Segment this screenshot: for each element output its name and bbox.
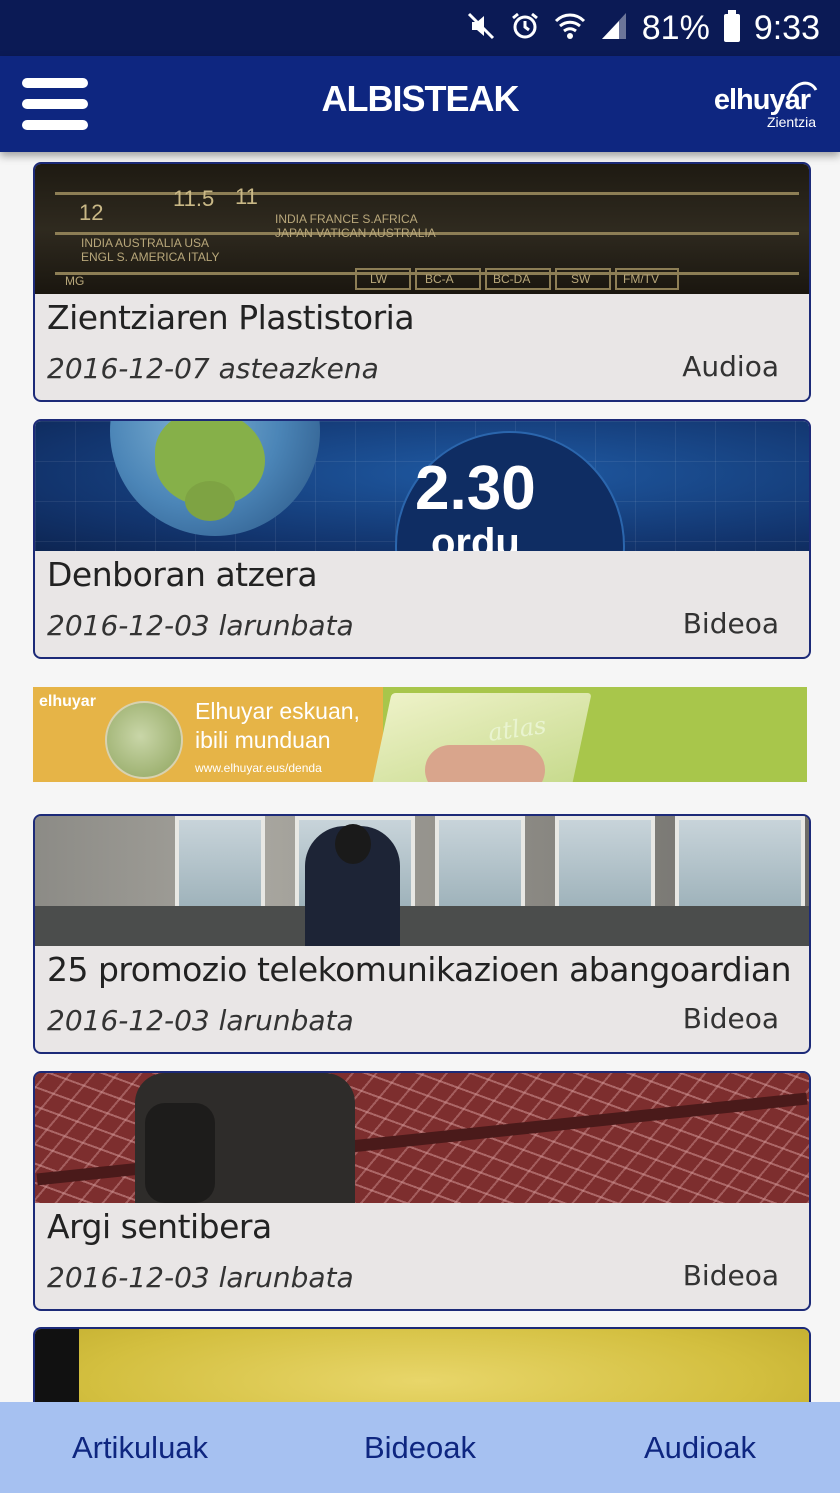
ad-brand: elhuyar xyxy=(39,693,96,710)
radio-scale-number: 11 xyxy=(235,184,258,209)
news-feed[interactable]: 12 11.5 11 INDIA AUSTRALIA USA ENGL S. A… xyxy=(0,152,840,1402)
tab-audioak[interactable]: Audioak xyxy=(560,1430,840,1466)
card-title: Denboran atzera xyxy=(47,555,318,594)
news-card[interactable]: Argi sentibera 2016-12-03 larunbata Bide… xyxy=(33,1071,811,1311)
card-thumbnail xyxy=(35,816,809,946)
card-date: 2016-12-03 larunbata xyxy=(47,1004,354,1037)
battery-icon xyxy=(723,10,740,42)
news-card[interactable]: 2.30 ordu Denboran atzera 2016-12-03 lar… xyxy=(33,419,811,659)
radio-scale-number: 12 xyxy=(79,200,104,225)
tab-artikuluak[interactable]: Artikuluak xyxy=(0,1430,280,1466)
logo-subtitle: Zientzia xyxy=(766,114,816,130)
status-bar: 81% 9:33 xyxy=(0,0,840,56)
thumbnail-unit: ordu xyxy=(431,521,520,551)
card-title: 25 promozio telekomunikazioen abangoardi… xyxy=(47,950,792,989)
card-title: Argi sentibera xyxy=(47,1207,272,1246)
radio-scale-number: 11.5 xyxy=(173,186,215,211)
ad-banner[interactable]: elhuyar Elhuyar eskuan, ibili munduan ww… xyxy=(33,687,807,782)
card-type: Bideoa xyxy=(682,607,779,640)
radio-band-label: SW xyxy=(571,272,591,286)
radio-band-label: LW xyxy=(370,272,388,286)
globe-icon xyxy=(105,701,183,779)
radio-band-label: MG xyxy=(65,274,85,288)
ad-slogan-line: ibili munduan xyxy=(195,727,331,753)
wifi-icon xyxy=(554,11,586,46)
ad-slogan-line: Elhuyar eskuan, xyxy=(195,698,360,724)
news-card[interactable]: 25 promozio telekomunikazioen abangoardi… xyxy=(33,814,811,1054)
hand-image xyxy=(425,745,545,782)
radio-dial-label: INDIA FRANCE S.AFRICA xyxy=(275,212,418,226)
radio-dial-label: INDIA AUSTRALIA USA xyxy=(81,236,210,250)
elhuyar-logo[interactable]: elhuyar Zientzia xyxy=(686,76,818,132)
ad-url: www.elhuyar.eus/denda xyxy=(195,761,322,775)
alarm-icon xyxy=(510,11,540,46)
card-thumbnail: 2.30 ordu xyxy=(35,421,809,551)
card-title: Zientziaren Plastistoria xyxy=(47,298,415,337)
thumbnail-number: 2.30 xyxy=(415,454,536,523)
card-date: 2016-12-07 asteazkena xyxy=(47,352,379,385)
ad-slogan: Elhuyar eskuan, ibili munduan xyxy=(195,697,360,755)
news-card[interactable]: 12 11.5 11 INDIA AUSTRALIA USA ENGL S. A… xyxy=(33,162,811,402)
radio-dial-label: JAPAN VATICAN AUSTRALIA xyxy=(275,226,436,240)
card-type: Audioa xyxy=(682,350,779,383)
news-card[interactable] xyxy=(33,1327,811,1402)
radio-band-label: BC-DA xyxy=(493,272,531,286)
card-date: 2016-12-03 larunbata xyxy=(47,1261,354,1294)
logo-word: elhuyar xyxy=(713,84,811,116)
clock: 9:33 xyxy=(753,8,820,47)
card-thumbnail: 12 11.5 11 INDIA AUSTRALIA USA ENGL S. A… xyxy=(35,164,809,294)
battery-percent: 81% xyxy=(641,8,710,47)
card-type: Bideoa xyxy=(682,1259,779,1292)
radio-band-label: FM/TV xyxy=(623,272,659,286)
card-type: Bideoa xyxy=(682,1002,779,1035)
radio-band-label: BC-A xyxy=(425,272,454,286)
signal-icon xyxy=(600,11,628,46)
card-date: 2016-12-03 larunbata xyxy=(47,609,354,642)
card-thumbnail xyxy=(35,1329,809,1402)
radio-dial-label: ENGL S. AMERICA ITALY xyxy=(81,250,220,264)
card-thumbnail xyxy=(35,1073,809,1203)
bottom-nav: Artikuluak Bideoak Audioak xyxy=(0,1402,840,1493)
app-bar: ALBISTEAK elhuyar Zientzia xyxy=(0,56,840,152)
tab-bideoak[interactable]: Bideoak xyxy=(280,1430,560,1466)
mute-icon xyxy=(466,11,496,46)
